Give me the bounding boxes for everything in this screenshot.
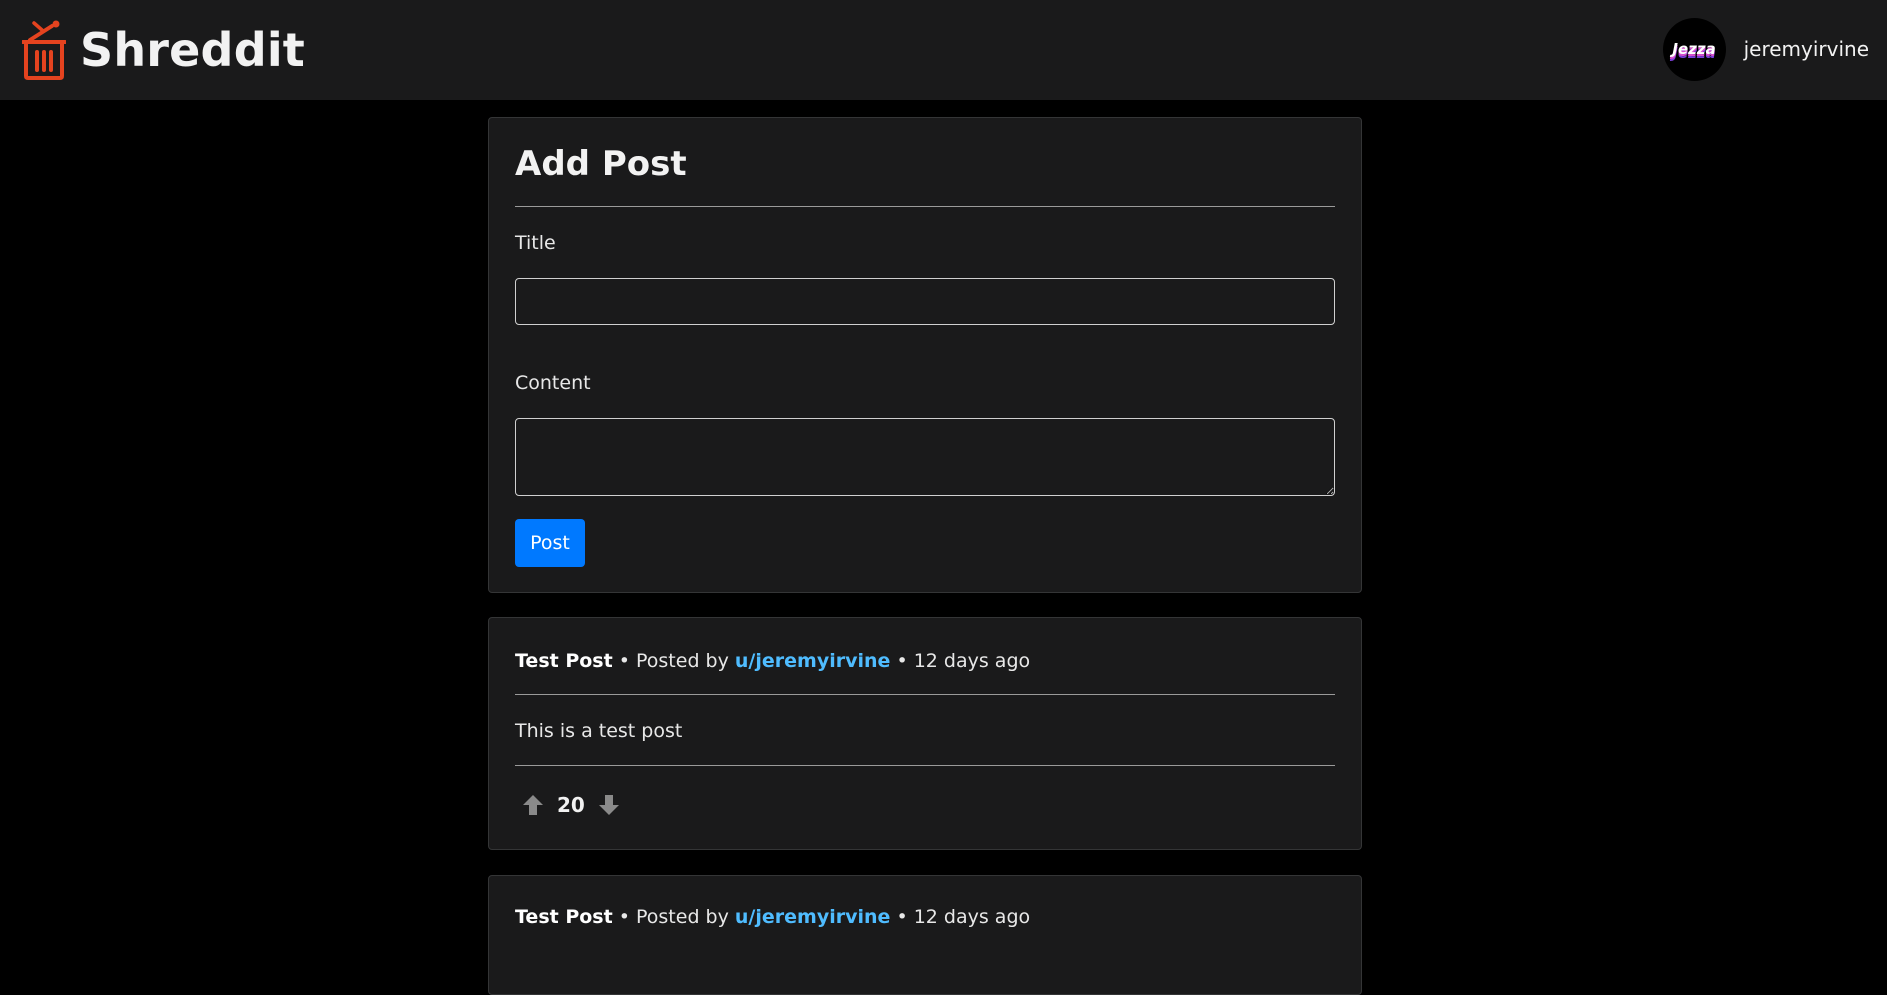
avatar[interactable]: Jezza (1662, 17, 1726, 81)
post-card: Test Post • Posted by u/jeremyirvine • 1… (488, 875, 1362, 995)
divider (515, 765, 1335, 766)
post-title[interactable]: Test Post (515, 650, 613, 672)
title-label: Title (515, 232, 556, 254)
posted-by-text: • Posted by (618, 906, 729, 928)
post-author-link[interactable]: u/jeremyirvine (735, 650, 891, 672)
upvote-icon[interactable] (519, 791, 547, 819)
post-body: This is a test post (515, 720, 683, 742)
content-label: Content (515, 372, 591, 394)
post-meta: Test Post • Posted by u/jeremyirvine • 1… (515, 650, 1030, 672)
vote-count: 20 (557, 793, 585, 817)
content-textarea[interactable] (515, 418, 1335, 496)
post-submit-button[interactable]: Post (515, 519, 585, 567)
downvote-icon[interactable] (595, 791, 623, 819)
post-meta: Test Post • Posted by u/jeremyirvine • 1… (515, 906, 1030, 928)
brand-name: Shreddit (80, 23, 305, 77)
divider (515, 206, 1335, 207)
post-author-link[interactable]: u/jeremyirvine (735, 906, 891, 928)
vote-controls: 20 (519, 788, 623, 822)
user-menu[interactable]: Jezza jeremyirvine (1662, 16, 1869, 82)
username[interactable]: jeremyirvine (1744, 37, 1869, 61)
posted-by-text: • Posted by (618, 650, 729, 672)
title-input[interactable] (515, 278, 1335, 325)
post-card: Test Post • Posted by u/jeremyirvine • 1… (488, 617, 1362, 850)
add-post-heading: Add Post (515, 144, 687, 184)
brand-home-link[interactable]: Shreddit (22, 14, 305, 86)
post-time: • 12 days ago (896, 906, 1031, 928)
top-navbar: Shreddit Jezza jeremyirvine (0, 0, 1887, 100)
divider (515, 694, 1335, 695)
add-post-card: Add Post Title Content Post (488, 117, 1362, 593)
shredder-icon (22, 20, 66, 80)
post-title[interactable]: Test Post (515, 906, 613, 928)
post-time: • 12 days ago (896, 650, 1031, 672)
avatar-text: Jezza (1672, 40, 1716, 58)
